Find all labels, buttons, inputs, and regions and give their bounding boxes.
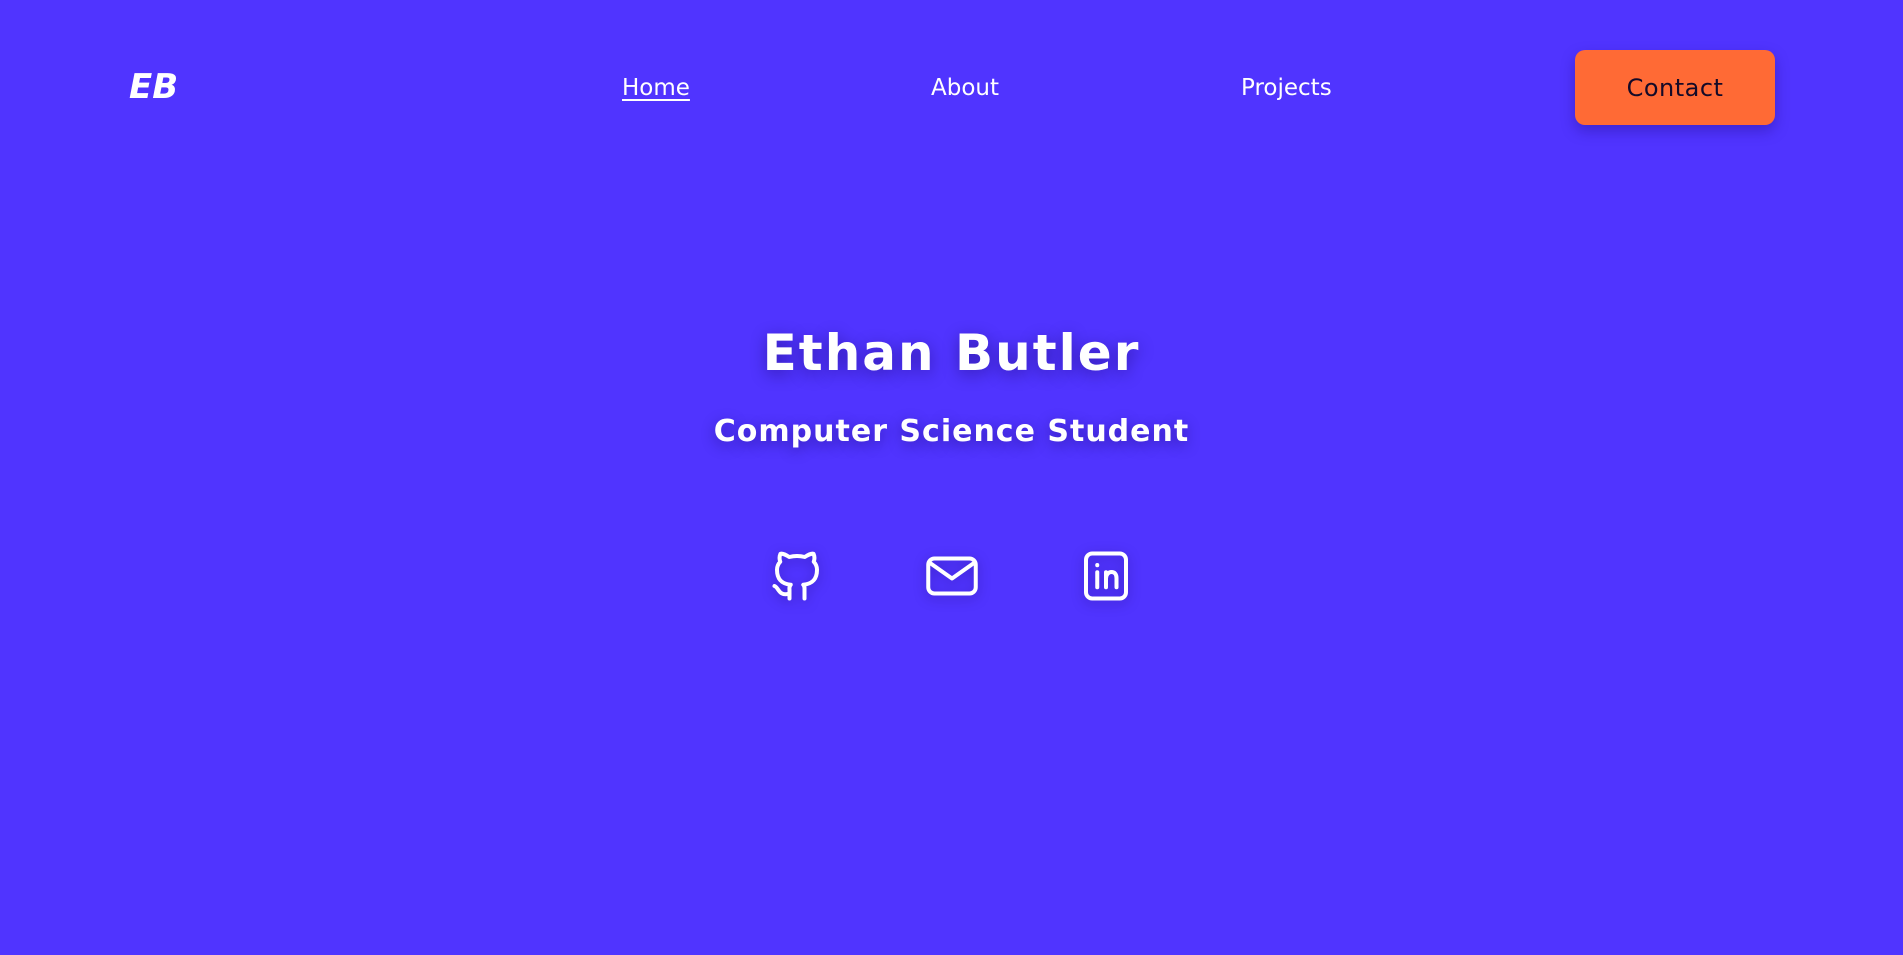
mail-icon bbox=[926, 556, 978, 596]
linkedin-link[interactable] bbox=[1076, 546, 1136, 606]
hero-section: Ethan Butler Computer Science Student bbox=[0, 320, 1903, 452]
linkedin-icon bbox=[1084, 551, 1128, 601]
hero-name: Ethan Butler bbox=[762, 324, 1141, 382]
github-icon bbox=[772, 551, 819, 601]
social-links bbox=[0, 546, 1903, 606]
contact-button[interactable]: Contact bbox=[1575, 50, 1775, 125]
site-logo[interactable]: EB bbox=[129, 65, 178, 109]
github-link[interactable] bbox=[767, 546, 827, 606]
nav-link-about[interactable]: About bbox=[931, 72, 999, 104]
site-header: EB Home About Projects Contact bbox=[0, 0, 1903, 175]
nav-link-home[interactable]: Home bbox=[622, 72, 690, 104]
hero-subtitle: Computer Science Student bbox=[713, 414, 1190, 449]
email-link[interactable] bbox=[922, 546, 982, 606]
nav-link-projects[interactable]: Projects bbox=[1241, 72, 1332, 104]
portfolio-page: EB Home About Projects Contact Ethan But… bbox=[0, 0, 1903, 955]
